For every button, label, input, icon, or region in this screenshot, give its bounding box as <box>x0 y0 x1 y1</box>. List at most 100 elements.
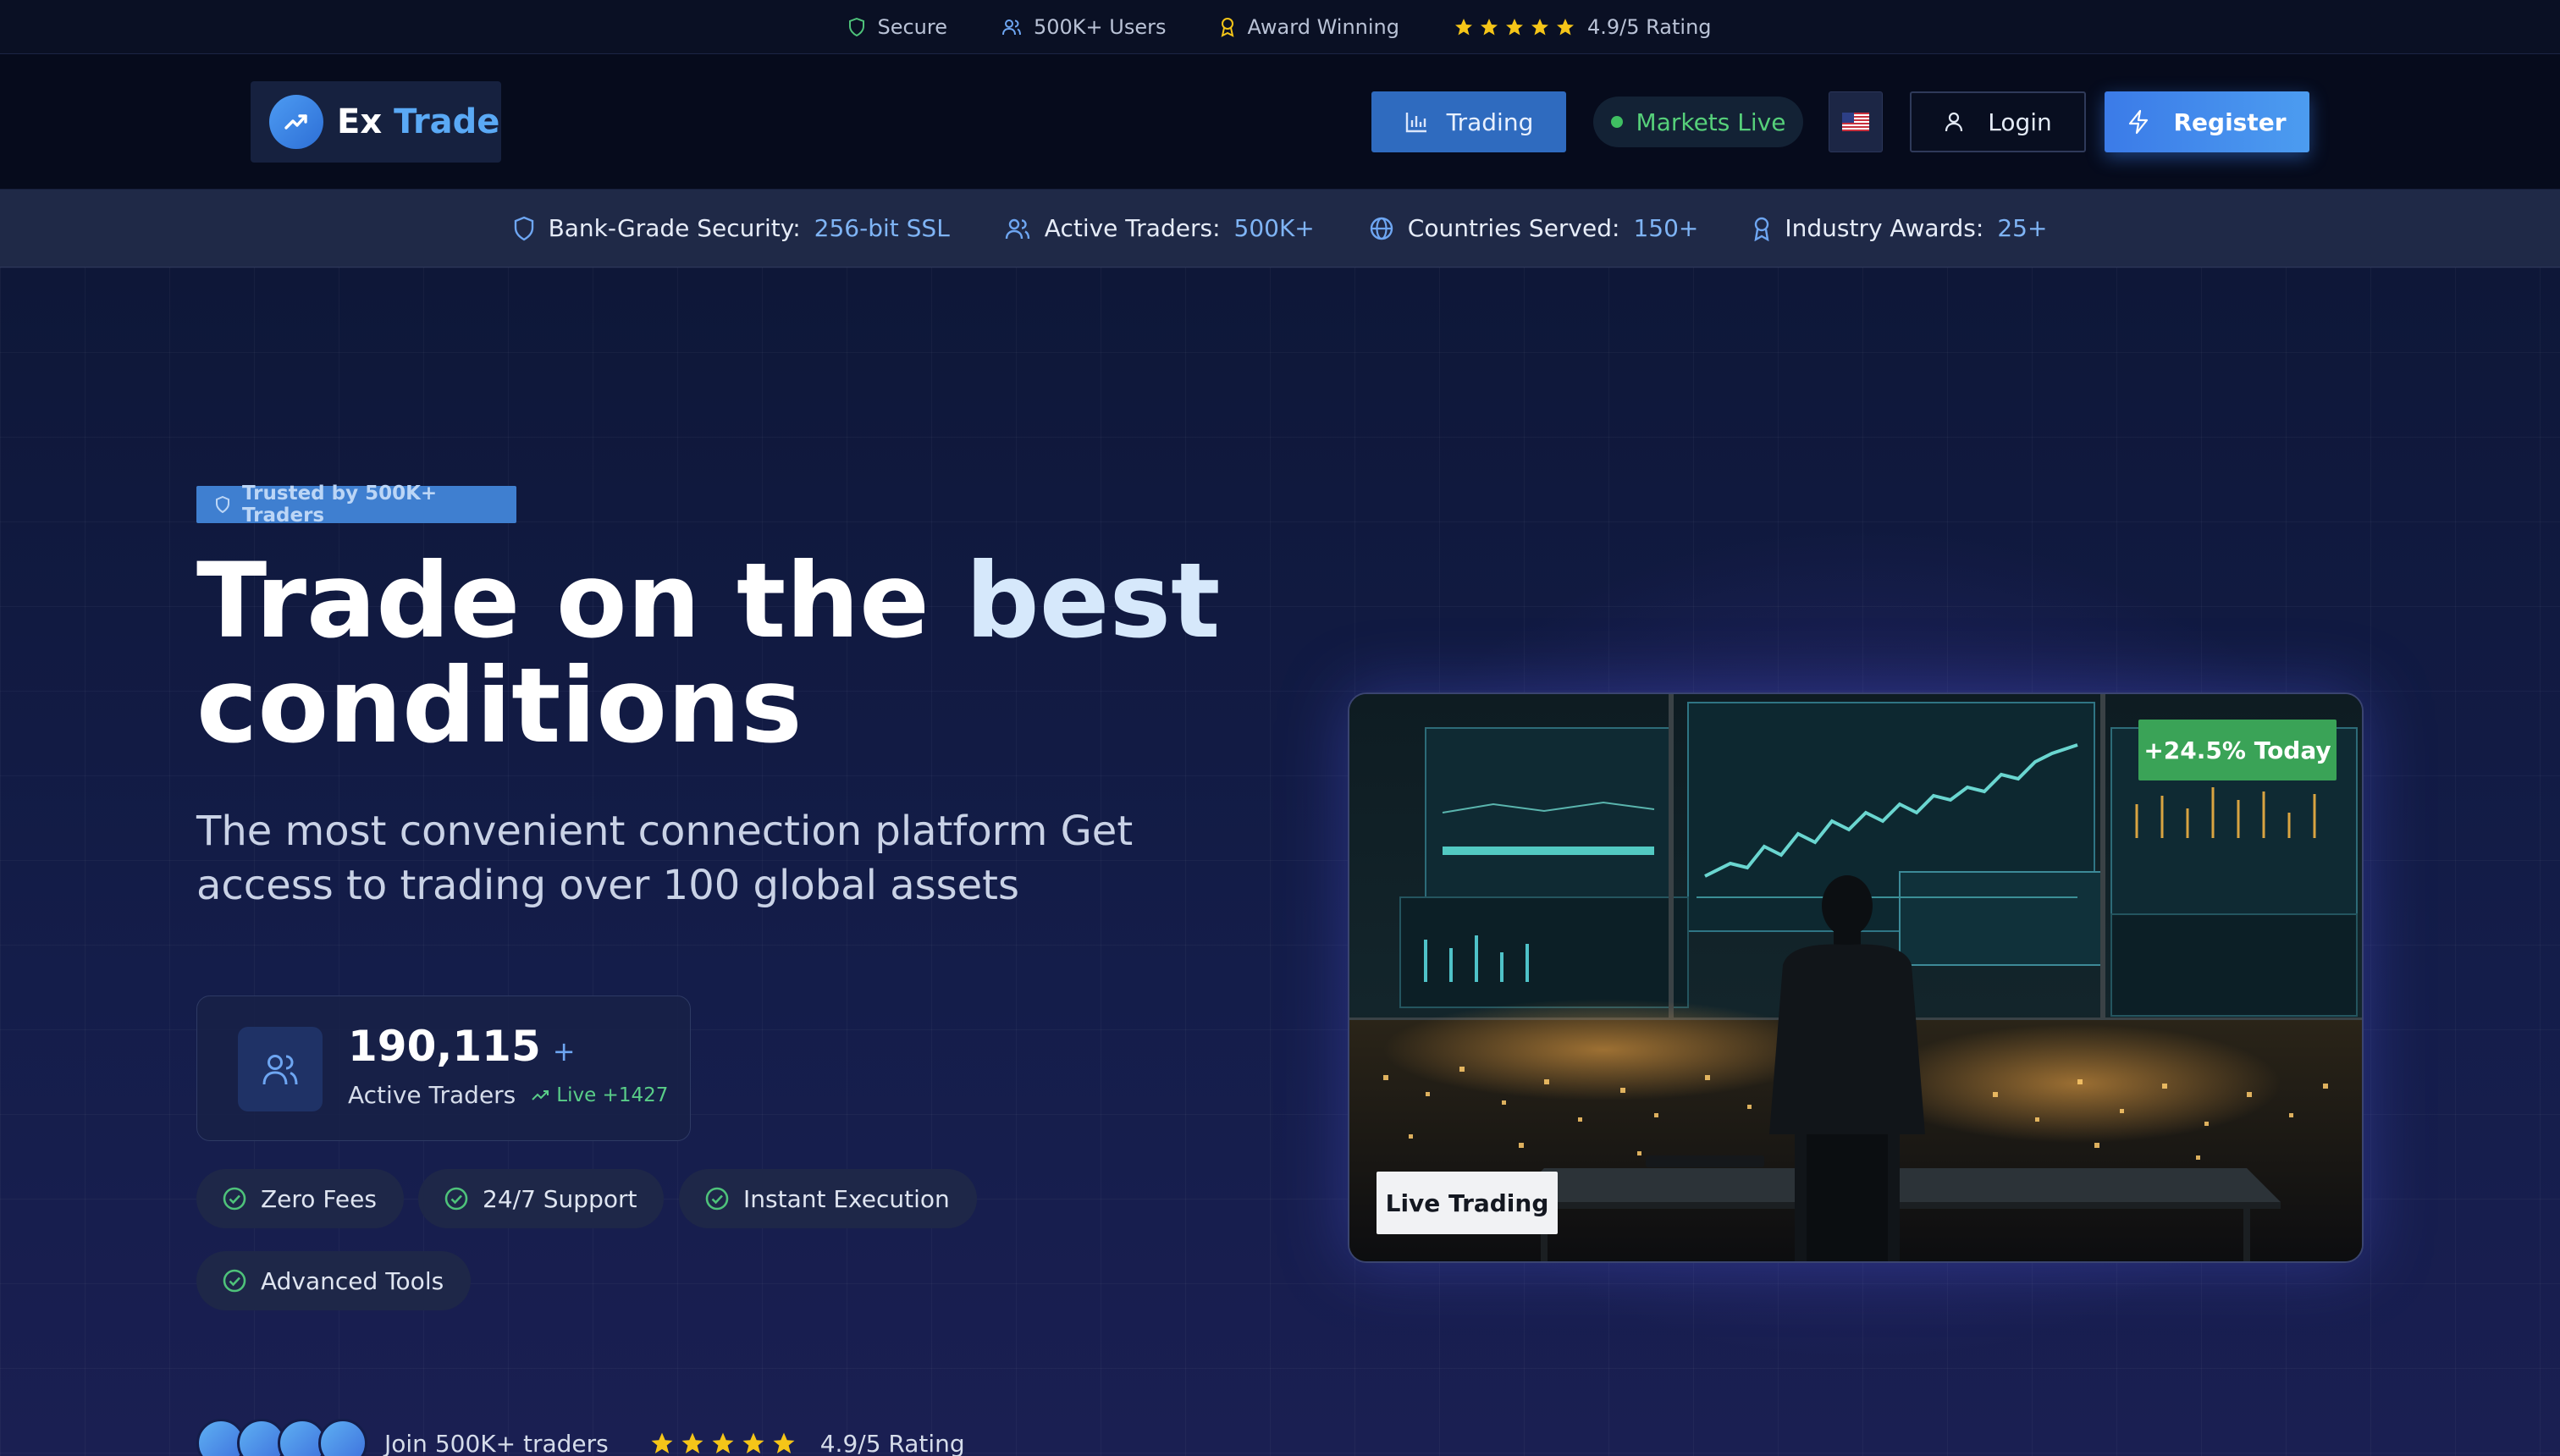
check-circle-icon <box>704 1186 730 1211</box>
stat-countries: Countries Served: 150+ <box>1369 214 1699 242</box>
feature-chip-zero-fees: Zero Fees <box>196 1169 404 1228</box>
stat-label: Active Traders: <box>1044 214 1221 242</box>
star-icon <box>649 1431 675 1456</box>
logo-text: Ex Trade <box>337 102 499 141</box>
shield-icon <box>215 496 230 513</box>
check-circle-icon <box>222 1268 247 1293</box>
headline-highlight: best <box>965 541 1221 661</box>
award-icon <box>1220 17 1235 37</box>
live-increment: Live +1427 <box>531 1084 668 1106</box>
hero-subtitle: The most convenient connection platform … <box>196 808 1134 909</box>
globe-icon <box>1369 216 1394 241</box>
trending-up-icon <box>531 1089 549 1102</box>
topbar-item-users: 500K+ Users <box>1001 14 1167 39</box>
traders-count-value: 190,115 <box>348 1022 541 1071</box>
topbar-item-label: 500K+ Users <box>1033 14 1167 39</box>
stat-label: Industry Awards: <box>1785 214 1984 242</box>
check-circle-icon <box>222 1186 247 1211</box>
star-icon <box>1555 17 1575 37</box>
stat-value: 150+ <box>1633 214 1699 242</box>
live-dot-icon <box>1610 116 1623 128</box>
shield-icon <box>513 216 535 241</box>
traders-count: 190,115 + <box>348 1022 576 1071</box>
login-button[interactable]: Login <box>1910 91 2086 152</box>
markets-live-indicator: Markets Live <box>1593 97 1803 147</box>
daily-gain-badge: +24.5% Today <box>2138 720 2337 780</box>
rating-label: 4.9/5 Rating <box>1586 14 1712 39</box>
language-selector[interactable] <box>1829 91 1883 152</box>
traders-label: Active Traders <box>348 1081 516 1109</box>
topbar-item-label: Award Winning <box>1247 14 1399 39</box>
live-trading-label: Live Trading <box>1377 1172 1558 1234</box>
star-icon <box>1454 17 1474 37</box>
stat-awards: Industry Awards: 25+ <box>1752 214 2047 242</box>
register-button[interactable]: Register <box>2105 91 2309 152</box>
trust-badge-label: Trusted by 500K+ Traders <box>242 483 438 527</box>
zap-icon <box>2127 109 2149 135</box>
stats-bar: Bank-Grade Security: 256-bit SSL Active … <box>0 190 2560 267</box>
stat-security: Bank-Grade Security: 256-bit SSL <box>513 214 950 242</box>
feature-label: Advanced Tools <box>261 1266 444 1295</box>
us-flag-icon <box>1842 113 1869 131</box>
users-icon <box>1001 18 1022 36</box>
register-button-label: Register <box>2173 108 2287 136</box>
headline-part2: conditions <box>196 646 803 766</box>
shield-icon <box>848 17 865 36</box>
stat-active-traders: Active Traders: 500K+ <box>1004 214 1315 242</box>
stat-label: Bank-Grade Security: <box>548 214 801 242</box>
top-info-bar: Secure 500K+ Users Award Winning 4.9/5 R… <box>0 0 2560 54</box>
feature-chip-instant-execution: Instant Execution <box>679 1169 977 1228</box>
star-icon <box>680 1431 705 1456</box>
user-icon <box>1944 111 1964 133</box>
active-traders-card: 190,115 + Active Traders Live +1427 <box>196 995 691 1141</box>
stat-value: 500K+ <box>1233 214 1315 242</box>
login-button-label: Login <box>1988 108 2052 136</box>
star-icon <box>741 1431 766 1456</box>
traders-count-plus: + <box>552 1035 576 1067</box>
avatar-stack <box>196 1419 367 1456</box>
topbar-item-label: Secure <box>877 14 947 39</box>
feature-label: 24/7 Support <box>483 1184 637 1213</box>
hero-headline: Trade on the best conditions <box>196 549 1297 758</box>
logo-text-trade: Trade <box>394 102 500 141</box>
hero-trading-image: +24.5% Today Live Trading <box>1348 692 2364 1263</box>
feature-chip-advanced-tools: Advanced Tools <box>196 1251 472 1310</box>
logo[interactable]: Ex Trade <box>251 81 501 163</box>
bar-chart-icon <box>1404 110 1428 134</box>
topbar-item-award: Award Winning <box>1220 15 1399 39</box>
topbar-rating: 4.9/5 Rating <box>1454 15 1712 39</box>
star-icon <box>1504 17 1525 37</box>
stat-value: 256-bit SSL <box>814 214 950 242</box>
users-icon <box>1004 217 1031 240</box>
avatar <box>318 1419 367 1456</box>
main-header: Ex Trade Trading Markets Live Login Regi… <box>0 54 2560 190</box>
feature-chip-support: 24/7 Support <box>418 1169 665 1228</box>
logo-text-ex: Ex <box>337 102 383 141</box>
trading-button[interactable]: Trading <box>1371 91 1566 152</box>
users-icon <box>238 1027 323 1111</box>
feature-label: Instant Execution <box>743 1184 950 1213</box>
award-icon <box>1752 216 1771 241</box>
trust-badge: Trusted by 500K+ Traders <box>196 483 516 527</box>
trending-up-icon <box>269 95 323 149</box>
hero-section: Trusted by 500K+ Traders Trade on the be… <box>0 267 2560 1456</box>
social-proof: Join 500K+ traders 4.9/5 Rating <box>196 1419 965 1456</box>
live-increment-label: Live +1427 <box>556 1084 669 1106</box>
stat-label: Countries Served: <box>1407 214 1620 242</box>
rating-stars <box>1454 17 1575 37</box>
star-icon <box>710 1431 736 1456</box>
trading-button-label: Trading <box>1446 108 1534 136</box>
star-icon <box>1530 17 1550 37</box>
rating-stars <box>649 1431 797 1456</box>
star-icon <box>771 1431 797 1456</box>
check-circle-icon <box>444 1186 469 1211</box>
headline-part1: Trade on the <box>196 541 930 661</box>
rating-label: 4.9/5 Rating <box>819 1429 965 1456</box>
join-text: Join 500K+ traders <box>384 1429 609 1456</box>
traders-label-row: Active Traders Live +1427 <box>348 1081 668 1109</box>
stat-value: 25+ <box>1997 214 2048 242</box>
markets-live-label: Markets Live <box>1636 108 1786 136</box>
star-icon <box>1479 17 1499 37</box>
topbar-item-secure: Secure <box>848 15 947 39</box>
feature-label: Zero Fees <box>261 1184 377 1213</box>
